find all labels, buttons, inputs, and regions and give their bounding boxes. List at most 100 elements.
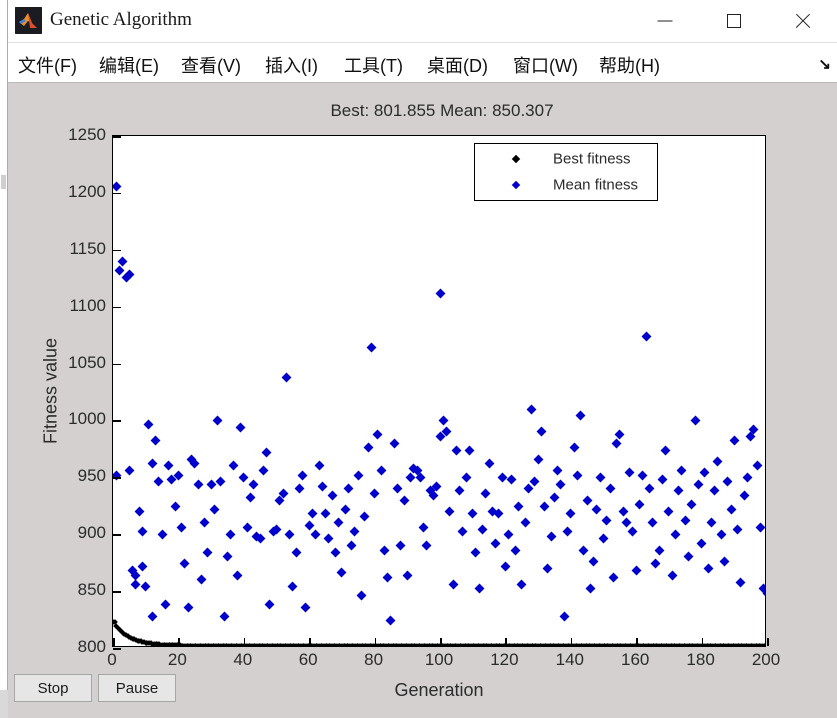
screen: Genetic Algorithm 文件(F) 编辑(E) 查看(V) 插入(I… [0, 0, 837, 718]
best-fitness-marker-icon [511, 154, 521, 164]
menu-item-view[interactable]: 查看(V) [181, 52, 241, 78]
legend-label-best: Best fitness [553, 150, 631, 168]
menu-item-file[interactable]: 文件(F) [18, 52, 77, 78]
mean-fitness-point [712, 456, 723, 467]
menu-item-tools[interactable]: 工具(T) [344, 52, 403, 78]
mean-fitness-point [752, 461, 763, 471]
mean-fitness-point [716, 529, 727, 540]
mean-fitness-point [732, 524, 743, 535]
mean-fitness-point [686, 499, 697, 510]
mean-fitness-point [232, 570, 243, 581]
mean-fitness-point [199, 517, 210, 528]
y-tick [113, 420, 121, 422]
mean-fitness-point [448, 579, 459, 590]
mean-fitness-point [735, 577, 746, 587]
mean-fitness-point [330, 547, 341, 558]
mean-fitness-point [474, 583, 485, 594]
legend-entry-best: Best fitness [475, 146, 657, 172]
mean-fitness-point [140, 581, 151, 592]
mean-fitness-point [506, 474, 517, 485]
mean-fitness-point [739, 490, 750, 501]
close-button[interactable] [768, 0, 837, 42]
menu-item-window[interactable]: 窗口(W) [513, 52, 578, 78]
mean-fitness-point [562, 526, 573, 537]
mean-fitness-point [657, 474, 668, 485]
minimize-button[interactable] [630, 0, 699, 42]
y-tick [113, 363, 121, 366]
mean-fitness-point [461, 472, 472, 483]
mean-fitness-point [421, 540, 432, 551]
mean-fitness-point [690, 415, 700, 426]
genetic-algorithm-window: Genetic Algorithm 文件(F) 编辑(E) 查看(V) 插入(I… [8, 0, 837, 718]
menu-bar: 文件(F) 编辑(E) 查看(V) 插入(I) 工具(T) 桌面(D) 窗口(W… [8, 43, 837, 83]
legend-label-mean: Mean fitness [553, 176, 639, 194]
mean-fitness-point [569, 442, 580, 453]
mean-fitness-point [556, 479, 566, 490]
x-tick-label: 160 [621, 650, 650, 669]
mean-fitness-point [608, 572, 619, 583]
mean-fitness-point [163, 461, 174, 471]
mean-fitness-point [726, 504, 736, 515]
menu-item-edit[interactable]: 编辑(E) [99, 52, 159, 78]
mean-fitness-point [333, 517, 344, 528]
mean-fitness-point [637, 470, 648, 480]
mean-fitness-point [546, 531, 557, 542]
x-tick [701, 638, 704, 646]
window-title: Genetic Algorithm [50, 9, 192, 30]
mean-fitness-point [663, 506, 674, 517]
mean-fitness-point [291, 547, 302, 558]
mean-fitness-point [356, 590, 367, 601]
mean-fitness-point [225, 529, 236, 540]
mean-fitness-point [435, 288, 445, 298]
x-axis-title: Generation [394, 680, 484, 700]
x-tick [113, 638, 115, 646]
y-axis-title: Fitness value [40, 337, 61, 445]
y-tick [113, 591, 121, 593]
mean-fitness-point [497, 472, 508, 483]
x-tick [178, 638, 180, 646]
mean-fitness-point [147, 611, 158, 622]
mean-fitness-point [366, 342, 377, 353]
menu-item-insert[interactable]: 插入(I) [265, 52, 318, 78]
mean-fitness-point [451, 445, 462, 455]
mean-fitness-point [304, 520, 315, 531]
mean-fitness-point [644, 483, 655, 494]
mean-fitness-point [287, 581, 298, 592]
mean-fitness-point [389, 438, 400, 449]
menu-overflow-icon[interactable]: ↘ [818, 55, 831, 73]
mean-fitness-point [552, 465, 563, 476]
mean-fitness-point [284, 529, 295, 540]
mean-fitness-point [209, 504, 220, 515]
mean-fitness-point [310, 529, 321, 540]
mean-fitness-point [212, 415, 223, 426]
maximize-button[interactable] [699, 0, 768, 42]
mean-fitness-point [696, 538, 707, 549]
x-tick-label: 80 [364, 650, 384, 669]
mean-fitness-point [582, 495, 593, 506]
mean-fitness-point [693, 479, 704, 490]
legend-entry-mean: Mean fitness [475, 172, 657, 198]
mean-fitness-point [385, 615, 396, 626]
stop-button[interactable]: Stop [14, 674, 92, 702]
mean-fitness-point [265, 599, 275, 610]
mean-fitness-point [382, 572, 393, 583]
mean-fitness-point [124, 465, 135, 476]
mean-fitness-point [363, 442, 373, 453]
menu-item-desktop[interactable]: 桌面(D) [427, 52, 488, 78]
y-tick [113, 249, 121, 252]
pause-button[interactable]: Pause [98, 674, 176, 702]
mean-fitness-point [611, 438, 622, 449]
y-tick [113, 534, 121, 536]
mean-fitness-point [559, 611, 570, 622]
mean-fitness-point [314, 461, 324, 471]
x-tick-label: 200 [751, 650, 781, 669]
x-tick-label: 20 [167, 650, 187, 669]
mean-fitness-point [170, 501, 181, 512]
mean-fitness-point [539, 501, 550, 512]
mean-fitness-point [526, 404, 537, 415]
mean-fitness-point [523, 483, 534, 494]
mean-fitness-point [673, 486, 684, 496]
mean-fitness-point [114, 265, 125, 276]
mean-fitness-point [444, 506, 455, 517]
menu-item-help[interactable]: 帮助(H) [599, 52, 660, 78]
